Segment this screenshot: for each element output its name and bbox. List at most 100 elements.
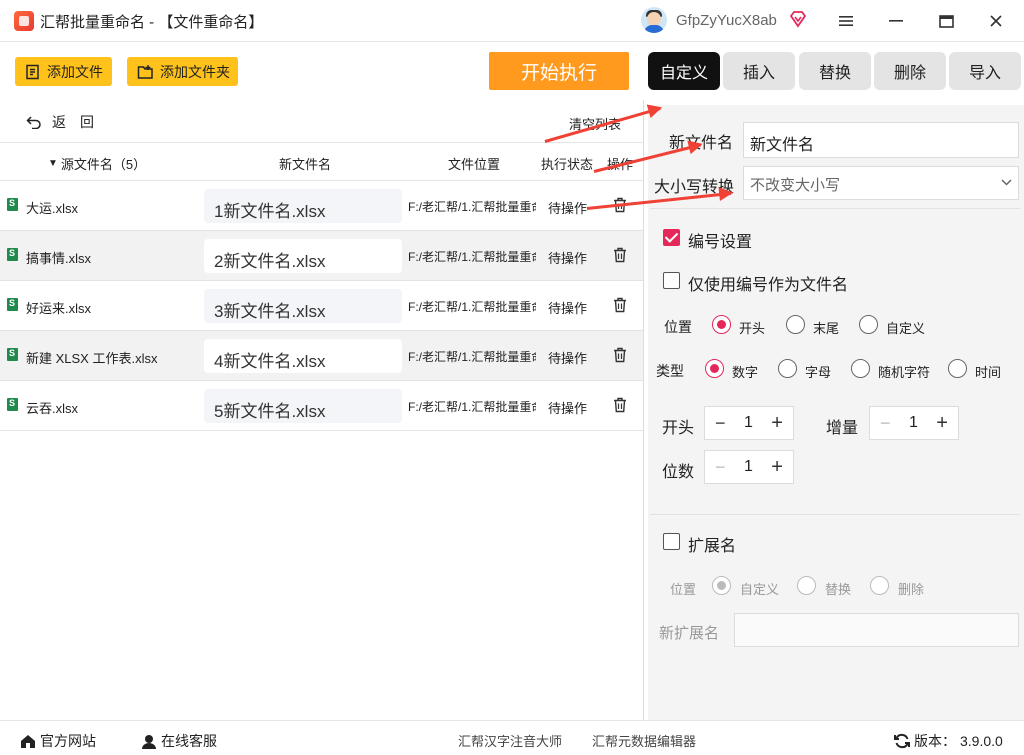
numbering-checkbox[interactable] [663, 229, 680, 246]
tab-insert[interactable]: 插入 [723, 52, 795, 90]
official-website-label: 官方网站 [40, 733, 96, 749]
ext-radio-custom[interactable] [712, 576, 731, 595]
type-radio-time[interactable] [948, 359, 967, 378]
sort-down-icon: ▼ [48, 158, 58, 169]
file-location: F:/老汇帮/1.汇帮批量重命名 [408, 300, 536, 314]
table-header: ▼ 源文件名（5） 新文件名 文件位置 执行状态 操作 [0, 142, 643, 181]
type-radio-random[interactable] [851, 359, 870, 378]
decrement-button[interactable]: − [880, 413, 891, 434]
close-icon[interactable] [983, 8, 1009, 34]
position-option-custom: 自定义 [886, 321, 926, 336]
source-filename: 云吞.xlsx [26, 401, 79, 416]
version-label: 版本： [914, 733, 956, 749]
decrement-button[interactable]: − [715, 413, 726, 434]
ext-radio-replace[interactable] [797, 576, 816, 595]
add-file-label: 添加文件 [47, 63, 103, 80]
vip-diamond-icon[interactable] [789, 10, 807, 28]
case-select-value: 不改变大小写 [750, 177, 841, 194]
digits-stepper[interactable]: − 1 + [704, 450, 794, 484]
status-text: 待操作 [548, 251, 588, 266]
new-filename: 2新文件名.xlsx [204, 239, 402, 273]
increment-button[interactable]: + [936, 412, 948, 435]
tab-custom[interactable]: 自定义 [648, 52, 720, 90]
support-person-icon [142, 734, 156, 749]
status-text: 待操作 [548, 401, 588, 416]
ext-option-custom: 自定义 [740, 582, 780, 597]
ext-radio-delete[interactable] [870, 576, 889, 595]
trash-icon[interactable] [613, 297, 627, 313]
position-radio-end[interactable] [786, 315, 805, 334]
official-website-link[interactable]: 官方网站 [20, 731, 96, 751]
add-file-icon [26, 64, 39, 79]
file-location: F:/老汇帮/1.汇帮批量重命名 [408, 400, 536, 414]
status-text: 待操作 [548, 201, 588, 216]
table-row[interactable]: 好运来.xlsx 3新文件名.xlsx F:/老汇帮/1.汇帮批量重命名待操作 [0, 281, 643, 331]
maximize-icon[interactable] [933, 8, 959, 34]
source-filename: 新建 XLSX 工作表.xlsx [26, 351, 158, 366]
pinyin-app-link[interactable]: 汇帮汉字注音大师 [458, 731, 562, 750]
position-radio-custom[interactable] [859, 315, 878, 334]
case-select[interactable]: 不改变大小写 [743, 166, 1019, 200]
add-file-button[interactable]: 添加文件 [15, 57, 112, 86]
new-filename: 4新文件名.xlsx [204, 339, 402, 373]
increment-label: 增量 [826, 420, 859, 437]
user-avatar[interactable] [641, 7, 667, 33]
add-folder-icon [137, 64, 153, 79]
header-status: 执行状态 [541, 157, 594, 172]
metadata-app-link[interactable]: 汇帮元数据编辑器 [592, 731, 696, 750]
home-icon [21, 734, 35, 748]
table-row[interactable]: 新建 XLSX 工作表.xlsx 4新文件名.xlsx F:/老汇帮/1.汇帮批量重… [0, 331, 643, 381]
tab-delete[interactable]: 删除 [874, 52, 946, 90]
status-bar: 官方网站 在线客服 汇帮汉字注音大师 汇帮元数据编辑器 版本： 3.9.0.0 [0, 720, 1024, 755]
excel-file-icon [7, 398, 18, 411]
tab-import[interactable]: 导入 [949, 52, 1021, 90]
decrement-button[interactable]: − [715, 457, 726, 478]
trash-icon[interactable] [613, 247, 627, 263]
source-filename: 大运.xlsx [26, 201, 79, 216]
increment-value: 1 [908, 414, 918, 431]
online-support-label: 在线客服 [161, 733, 217, 749]
table-row[interactable]: 云吞.xlsx 5新文件名.xlsx F:/老汇帮/1.汇帮批量重命名待操作 [0, 381, 643, 431]
header-source[interactable]: ▼ 源文件名（5） [48, 154, 146, 173]
start-button[interactable]: 开始执行 [489, 52, 629, 90]
menu-icon[interactable] [833, 8, 859, 34]
new-name-input[interactable]: 新文件名 [743, 122, 1019, 158]
add-folder-button[interactable]: 添加文件夹 [127, 57, 238, 86]
new-extension-input[interactable] [734, 613, 1019, 647]
trash-icon[interactable] [613, 397, 627, 413]
header-location: 文件位置 [448, 157, 501, 172]
tab-replace[interactable]: 替换 [799, 52, 871, 90]
position-radio-start[interactable] [712, 315, 731, 334]
excel-file-icon [7, 198, 18, 211]
section-divider [650, 208, 1020, 209]
extension-checkbox[interactable] [663, 533, 680, 550]
version-info[interactable]: 版本： 3.9.0.0 [894, 731, 1003, 751]
app-logo-icon [14, 11, 34, 31]
table-row[interactable]: 搞事情.xlsx 2新文件名.xlsx F:/老汇帮/1.汇帮批量重命名待操作 [0, 231, 643, 281]
only-number-checkbox[interactable] [663, 272, 680, 289]
add-folder-label: 添加文件夹 [160, 63, 230, 80]
type-radio-number[interactable] [705, 359, 724, 378]
status-text: 待操作 [548, 301, 588, 316]
panel-divider [643, 100, 644, 720]
online-support-link[interactable]: 在线客服 [141, 731, 217, 751]
username[interactable]: GfpZyYucX8ab [676, 12, 777, 29]
new-extension-label: 新扩展名 [659, 625, 720, 642]
position-option-start: 开头 [739, 321, 766, 336]
type-label: 类型 [656, 363, 684, 379]
window-title: 汇帮批量重命名 - 【文件重命名】 [40, 14, 264, 31]
increment-button[interactable]: + [771, 412, 783, 435]
table-row[interactable]: 大运.xlsx 1新文件名.xlsx F:/老汇帮/1.汇帮批量重命名待操作 [0, 181, 643, 231]
type-radio-letter[interactable] [778, 359, 797, 378]
digits-value: 1 [743, 458, 753, 475]
start-number-stepper[interactable]: − 1 + [704, 406, 794, 440]
trash-icon[interactable] [613, 347, 627, 363]
new-filename: 3新文件名.xlsx [204, 289, 402, 323]
minimize-icon[interactable] [883, 8, 909, 34]
back-button[interactable]: 返 回 [26, 112, 94, 132]
position-option-end: 末尾 [813, 321, 840, 336]
file-location: F:/老汇帮/1.汇帮批量重命名 [408, 250, 536, 264]
increment-stepper[interactable]: − 1 + [869, 406, 959, 440]
ext-option-replace: 替换 [825, 582, 852, 597]
increment-button[interactable]: + [771, 456, 783, 479]
